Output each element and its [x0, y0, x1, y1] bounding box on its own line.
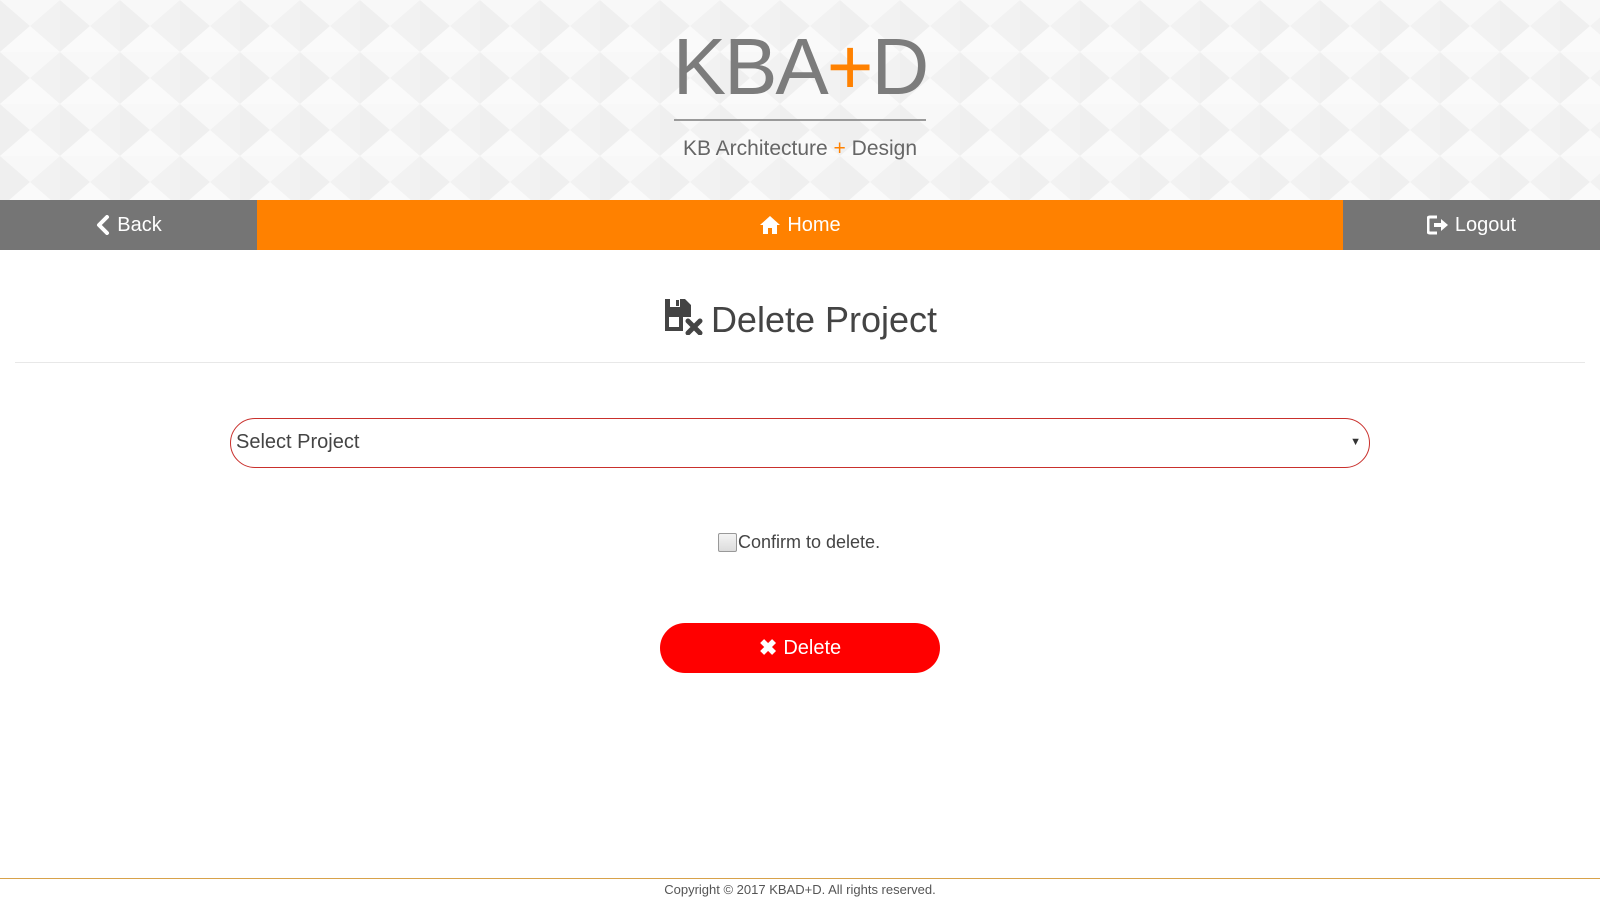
header-banner: KBA+D KB Architecture + Design	[0, 0, 1600, 200]
page-title: Delete Project	[0, 296, 1600, 344]
confirm-delete-checkbox[interactable]	[718, 532, 737, 552]
tagline: KB Architecture + Design	[682, 137, 918, 160]
delete-button-label: Delete	[783, 636, 842, 659]
back-button[interactable]: Back	[0, 200, 257, 250]
page-title-text: Delete Project	[710, 299, 938, 340]
home-label: Home	[787, 213, 841, 236]
footer-divider	[0, 878, 1600, 879]
logout-label: Logout	[1454, 213, 1517, 236]
delete-file-icon	[664, 299, 703, 335]
logo-divider	[674, 119, 926, 121]
footer-copyright: Copyright © 2017 KBAD+D. All rights rese…	[664, 882, 936, 897]
home-button[interactable]: Home	[257, 200, 1343, 250]
project-select-value: Select Project	[236, 431, 360, 453]
home-icon	[760, 216, 781, 234]
close-icon: ✖	[758, 635, 778, 660]
logo: KBA+D	[672, 22, 930, 111]
project-select[interactable]: Select Project ▼	[230, 418, 1370, 468]
confirm-delete-row: Confirm to delete.	[718, 531, 880, 553]
main-nav: Back Home Logout	[0, 200, 1600, 250]
chevron-left-icon	[97, 215, 110, 235]
brand: KBA+D KB Architecture + Design	[0, 0, 1600, 200]
back-label: Back	[117, 213, 162, 236]
logout-icon	[1426, 215, 1448, 235]
dropdown-arrow-icon: ▼	[1350, 436, 1361, 448]
logout-button[interactable]: Logout	[1343, 200, 1600, 250]
confirm-delete-label: Confirm to delete.	[738, 531, 881, 552]
title-divider	[15, 362, 1585, 363]
delete-button[interactable]: ✖ Delete	[660, 623, 940, 673]
